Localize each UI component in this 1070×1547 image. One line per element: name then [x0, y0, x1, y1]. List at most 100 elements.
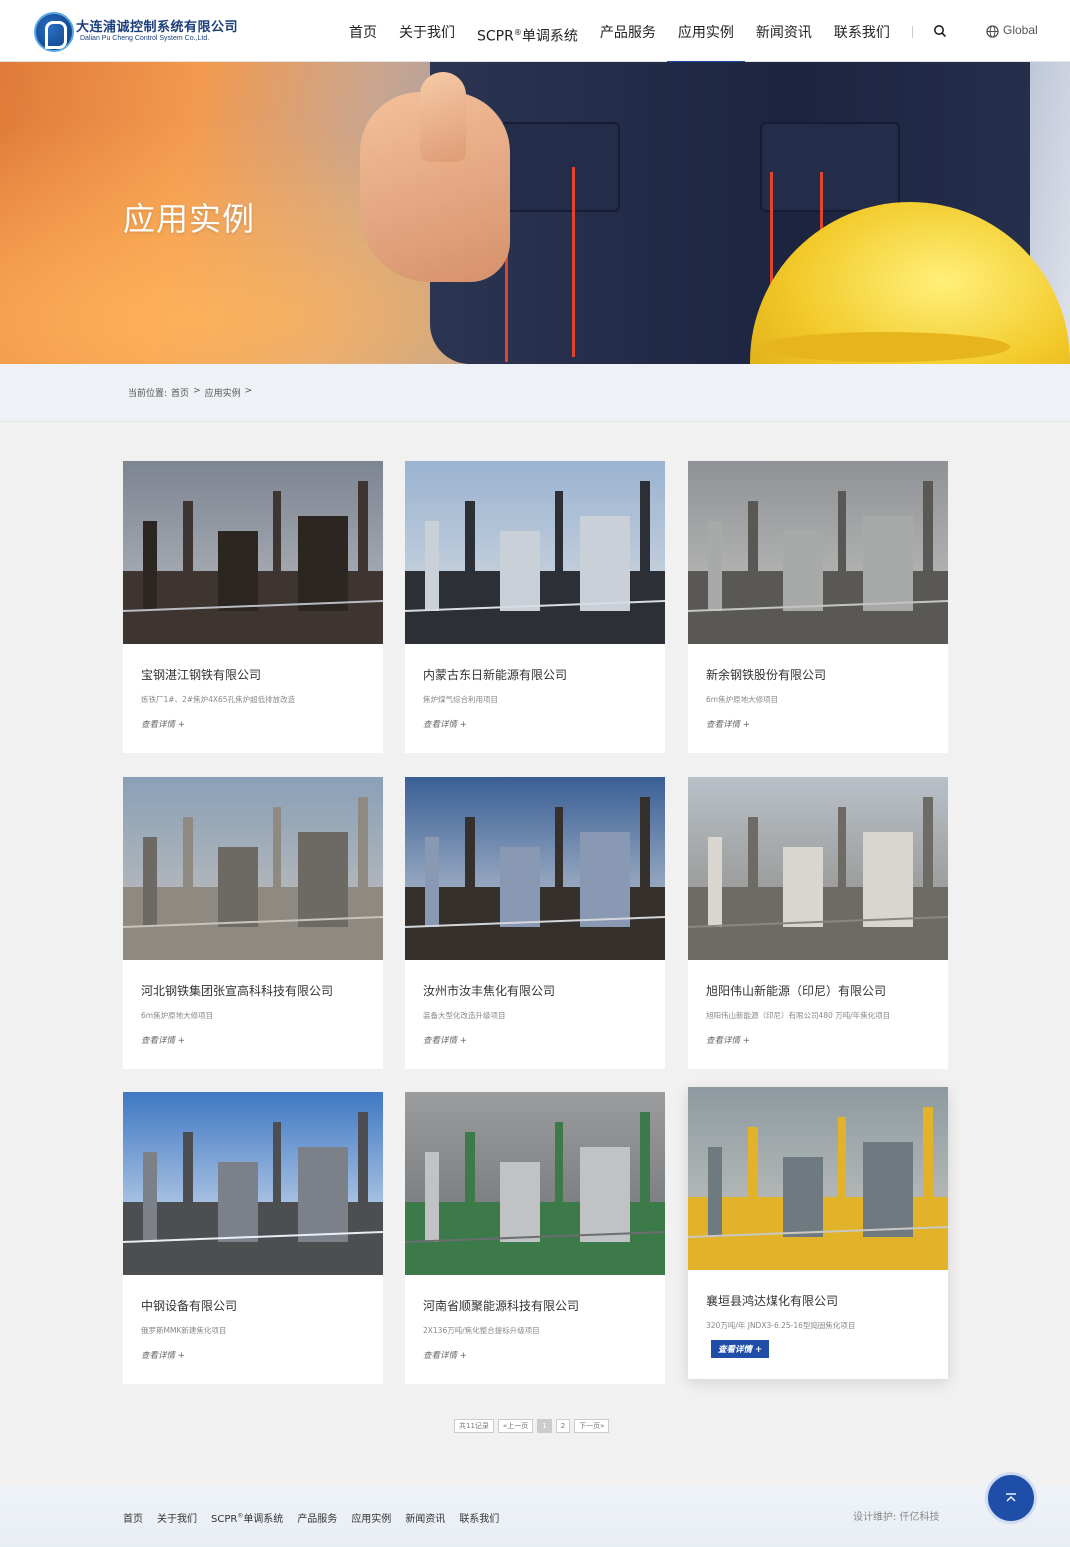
view-details-link[interactable]: 查看详情 + — [141, 718, 185, 730]
case-description: 俄罗斯MMK新建焦化项目 — [141, 1326, 227, 1335]
view-details-link[interactable]: 查看详情 + — [711, 1340, 770, 1358]
search-icon[interactable] — [933, 24, 947, 38]
nav-item-4[interactable]: 应用实例 — [666, 0, 745, 63]
footer-nav-item-0[interactable]: 首页 — [123, 1510, 143, 1525]
breadcrumb-bar: 当前位置: 首页 > 应用实例 > — [0, 364, 1070, 422]
footer-nav-label: 产品服务 — [297, 1514, 338, 1525]
case-photo-illustration — [688, 1087, 948, 1270]
footer-nav-item-1[interactable]: 关于我们 — [157, 1510, 197, 1525]
case-title[interactable]: 中钢设备有限公司 — [141, 1297, 237, 1314]
case-title[interactable]: 河北钢铁集团张宣高科科技有限公司 — [141, 982, 333, 999]
footer-nav-label: 首页 — [123, 1514, 143, 1525]
page-banner: 应用实例 — [0, 62, 1070, 364]
arrow-up-icon — [1006, 1493, 1016, 1502]
footer-nav-label: 联系我们 — [459, 1514, 500, 1525]
back-to-top-button[interactable] — [985, 1472, 1037, 1524]
case-card[interactable]: 新余钢铁股份有限公司 6m焦炉原地大修项目 查看详情 + — [688, 461, 948, 753]
nav-item-2[interactable]: SCPR®单调系统 — [466, 0, 589, 62]
case-photo-illustration — [405, 1092, 665, 1275]
nav-item-5[interactable]: 新闻资讯 — [745, 0, 823, 62]
company-logo[interactable]: 大连浦诚控制系统有限公司 Dalian Pu Cheng Control Sys… — [34, 12, 244, 52]
view-details-link[interactable]: 查看详情 + — [141, 1349, 185, 1361]
case-description: 6m焦炉原地大修项目 — [706, 695, 779, 704]
case-card[interactable]: 宝钢湛江钢铁有限公司炼铁厂1#、2#焦炉4X65孔焦炉超低排放改造 查看详情 + — [123, 461, 383, 753]
case-title[interactable]: 旭阳伟山新能源（印尼）有限公司 — [706, 982, 886, 999]
case-photo[interactable] — [405, 1092, 665, 1275]
language-switch[interactable]: Global — [1003, 23, 1038, 37]
footer-nav-label: 关于我们 — [157, 1514, 197, 1525]
case-photo[interactable] — [405, 461, 665, 644]
case-title[interactable]: 宝钢湛江钢铁有限公司 — [141, 666, 261, 683]
case-card[interactable]: 中钢设备有限公司俄罗斯MMK新建焦化项目 查看详情 + — [123, 1092, 383, 1384]
pagination-page-2[interactable]: 2 — [555, 1419, 571, 1433]
footer-nav-item-4[interactable]: 应用实例 — [351, 1510, 391, 1525]
case-photo-illustration — [405, 461, 665, 644]
footer-nav-item-6[interactable]: 联系我们 — [459, 1510, 499, 1525]
footer-nav-suffix: 单调系统 — [243, 1514, 284, 1525]
banner-stripe — [572, 167, 575, 357]
banner-pocket-left — [500, 122, 620, 212]
pagination-page-1[interactable]: 1 — [537, 1419, 552, 1433]
case-title[interactable]: 新余钢铁股份有限公司 — [706, 666, 826, 683]
case-photo[interactable] — [123, 1092, 383, 1275]
nav-item-6[interactable]: 联系我们 — [823, 0, 901, 62]
footer-nav-item-5[interactable]: 新闻资讯 — [405, 1510, 445, 1525]
case-photo[interactable] — [123, 461, 383, 644]
case-photo[interactable] — [405, 777, 665, 960]
case-description: 6m焦炉原地大修项目 — [141, 1011, 214, 1020]
view-details-link[interactable]: 查看详情 + — [423, 718, 467, 730]
view-details-link[interactable]: 查看详情 + — [423, 1034, 467, 1046]
case-photo[interactable] — [688, 461, 948, 644]
case-photo-illustration — [123, 461, 383, 644]
nav-item-1[interactable]: 关于我们 — [388, 0, 466, 62]
case-photo[interactable] — [123, 777, 383, 960]
case-card[interactable]: 汝州市汝丰焦化有限公司装备大型化改造升级项目 查看详情 + — [405, 777, 665, 1069]
footer-nav-item-2[interactable]: SCPR®单调系统 — [211, 1510, 283, 1525]
nav-item-suffix: 单调系统 — [521, 28, 578, 45]
breadcrumb-home[interactable]: 首页 — [171, 386, 189, 399]
case-photo-illustration — [688, 777, 948, 960]
logo-mark-icon — [34, 12, 74, 52]
case-description: 装备大型化改造升级项目 — [423, 1011, 506, 1020]
case-card[interactable]: 襄垣县鸿达煤化有限公司 320万吨/年 JNDX3-6.25-16型捣固焦化项目查… — [688, 1087, 948, 1379]
case-photo[interactable] — [688, 1087, 948, 1270]
nav-item-3[interactable]: 产品服务 — [589, 0, 667, 62]
footer-nav-label: 应用实例 — [351, 1514, 392, 1525]
view-details-link[interactable]: 查看详情 + — [423, 1349, 467, 1361]
view-details-link[interactable]: 查看详情 + — [141, 1034, 185, 1046]
logo-english-name: Dalian Pu Cheng Control System Co.,Ltd. — [80, 35, 210, 42]
case-description: 旭阳伟山新能源（印尼）有限公司480 万吨/年焦化项目 — [706, 1011, 891, 1020]
case-photo-illustration — [405, 777, 665, 960]
case-card[interactable]: 内蒙古东日新能源有限公司 焦炉煤气综合利用项目 查看详情 + — [405, 461, 665, 753]
case-title[interactable]: 襄垣县鸿达煤化有限公司 — [706, 1292, 838, 1309]
nav-item-label: 首页 — [349, 25, 377, 41]
footer-nav-item-3[interactable]: 产品服务 — [297, 1510, 337, 1525]
site-footer: 首页 关于我们 SCPR®单调系统 产品服务 应用实例 新闻资讯 联系我们 设计维护: 仟亿… — [0, 1486, 1070, 1547]
nav-item-label: SCPR — [477, 28, 514, 45]
case-photo-illustration — [688, 461, 948, 644]
banner-thumb-image — [420, 72, 466, 162]
nav-item-label: 应用实例 — [677, 25, 734, 41]
pagination-next[interactable]: 下一页» — [574, 1419, 610, 1433]
case-card[interactable]: 河南省顺聚能源科技有限公司 2X136万吨/焦化整合提标升级项目 查看详情 + — [405, 1092, 665, 1384]
nav-item-0[interactable]: 首页 — [338, 0, 388, 62]
breadcrumb-current[interactable]: 应用实例 — [205, 386, 241, 399]
case-photo-illustration — [123, 1092, 383, 1275]
breadcrumb-prefix: 当前位置: — [128, 389, 168, 399]
banner-pocket-right — [760, 122, 900, 212]
case-title[interactable]: 内蒙古东日新能源有限公司 — [423, 666, 567, 683]
site-header: 大连浦诚控制系统有限公司 Dalian Pu Cheng Control Sys… — [0, 0, 1070, 63]
case-card[interactable]: 旭阳伟山新能源（印尼）有限公司旭阳伟山新能源（印尼）有限公司480 万吨/年焦化… — [688, 777, 948, 1069]
case-title[interactable]: 汝州市汝丰焦化有限公司 — [423, 982, 555, 999]
nav-divider — [912, 26, 913, 38]
view-details-link[interactable]: 查看详情 + — [706, 718, 750, 730]
case-title[interactable]: 河南省顺聚能源科技有限公司 — [423, 1297, 579, 1314]
case-photo[interactable] — [688, 777, 948, 960]
pagination-prev[interactable]: «上一页 — [497, 1419, 534, 1433]
view-details-link[interactable]: 查看详情 + — [706, 1034, 750, 1046]
footer-nav-label: 新闻资讯 — [405, 1514, 446, 1525]
globe-icon[interactable] — [986, 25, 999, 38]
case-card[interactable]: 河北钢铁集团张宣高科科技有限公司 6m焦炉原地大修项目 查看详情 + — [123, 777, 383, 1069]
nav-item-sup: ® — [513, 28, 522, 37]
case-description: 炼铁厂1#、2#焦炉4X65孔焦炉超低排放改造 — [141, 695, 296, 704]
